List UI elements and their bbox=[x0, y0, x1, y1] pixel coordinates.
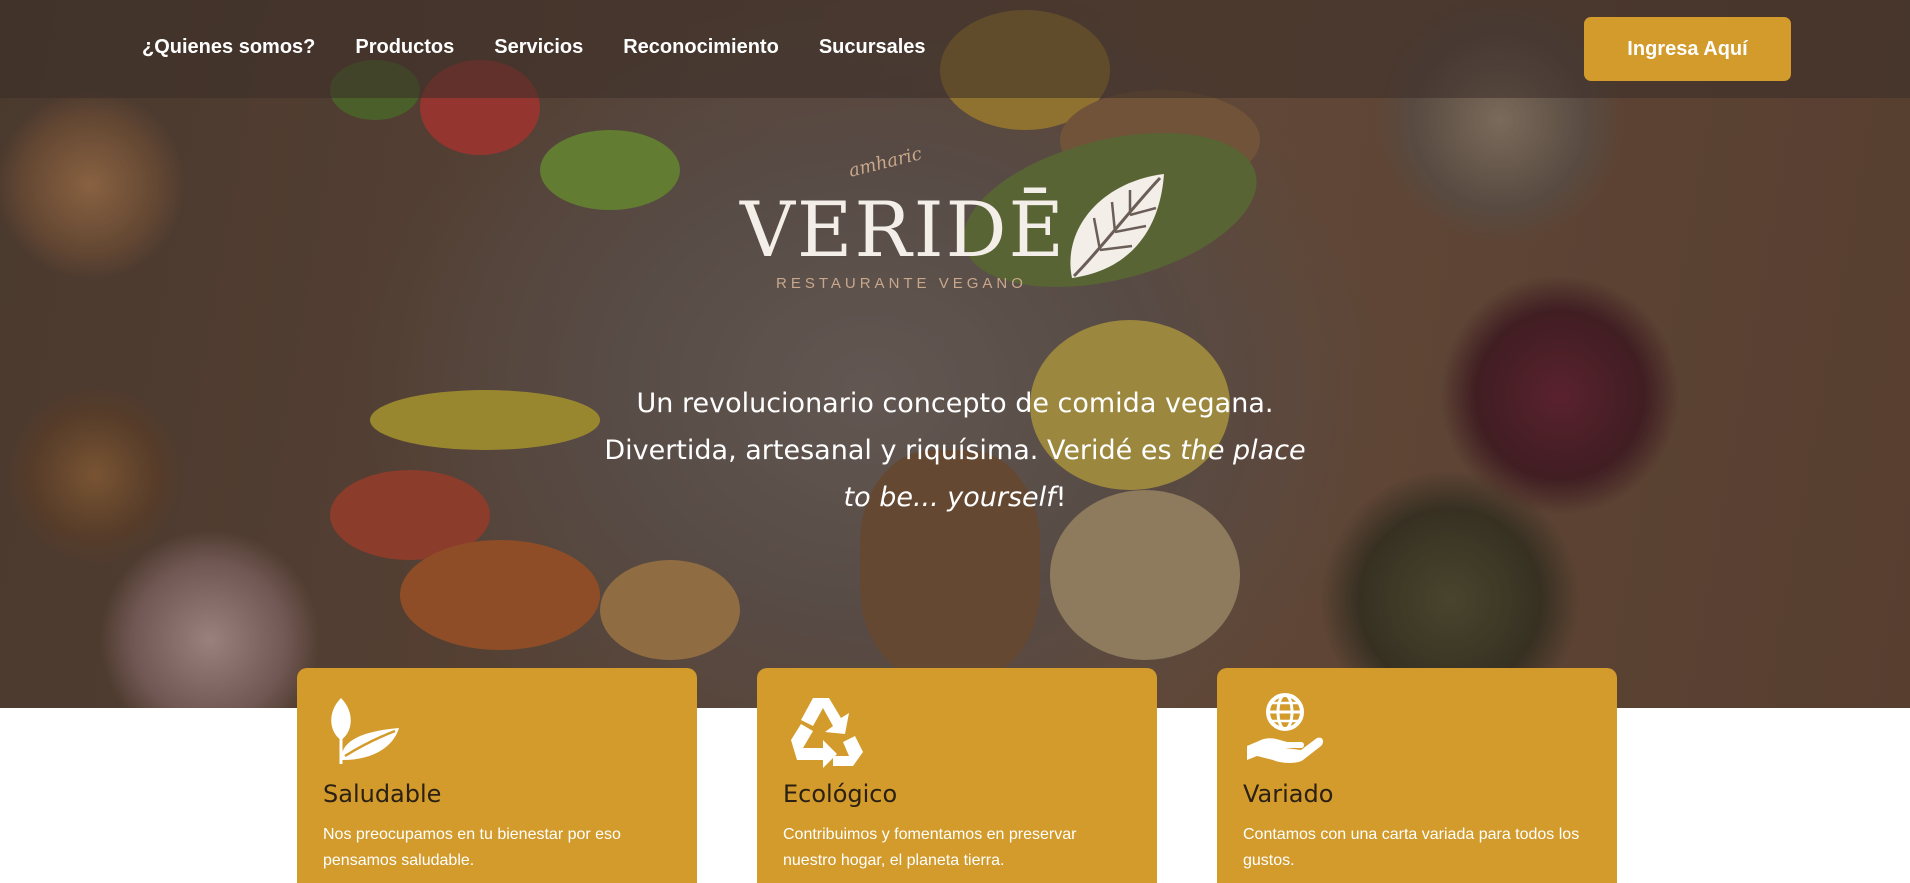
feature-card-ecologico: Ecológico Contribuimos y fomentamos en p… bbox=[757, 668, 1157, 883]
hero-tagline-line2: Divertida, artesanal y riquísima. Veridé… bbox=[590, 427, 1320, 521]
hero-tagline-line1: Un revolucionario concepto de comida veg… bbox=[636, 388, 1274, 419]
hero-tagline: Un revolucionario concepto de comida veg… bbox=[590, 380, 1320, 521]
brand-logo: amharic VERIDĒ RESTAURANTE VEGANO bbox=[730, 143, 1170, 300]
nav-link-quienes-somos[interactable]: ¿Quienes somos? bbox=[142, 36, 315, 59]
nav-link-productos[interactable]: Productos bbox=[355, 36, 454, 59]
logo-tagline: RESTAURANTE VEGANO bbox=[776, 275, 1027, 292]
feature-text: Contamos con una carta variada para todo… bbox=[1243, 826, 1580, 869]
nav-link-reconocimiento[interactable]: Reconocimiento bbox=[623, 36, 779, 59]
feature-card-variado: Variado Contamos con una carta variada p… bbox=[1217, 668, 1617, 883]
recycle-icon bbox=[791, 698, 863, 768]
hero-overlay bbox=[0, 0, 1910, 708]
login-button[interactable]: Ingresa Aquí bbox=[1584, 17, 1791, 81]
hero-tagline-end: ! bbox=[1055, 482, 1067, 513]
feature-card-saludable: Saludable Nos preocupamos en tu bienesta… bbox=[297, 668, 697, 883]
leaf-logo-icon bbox=[1070, 174, 1164, 278]
nav-link-servicios[interactable]: Servicios bbox=[494, 36, 583, 59]
globe-hand-icon bbox=[1247, 693, 1324, 763]
hero-banner bbox=[0, 0, 1910, 708]
top-navbar: ¿Quienes somos? Productos Servicios Reco… bbox=[0, 0, 1910, 98]
feature-title: Saludable bbox=[323, 780, 442, 808]
nav-link-sucursales[interactable]: Sucursales bbox=[819, 36, 926, 59]
feature-title: Ecológico bbox=[783, 780, 898, 808]
main-navigation: ¿Quienes somos? Productos Servicios Reco… bbox=[142, 36, 926, 59]
feature-title: Variado bbox=[1243, 780, 1334, 808]
feature-text: Nos preocupamos en tu bienestar por eso … bbox=[323, 826, 621, 869]
hero-tagline-plain: Divertida, artesanal y riquísima. Veridé… bbox=[604, 435, 1181, 466]
logo-script-text: amharic bbox=[846, 143, 925, 182]
leaf-icon bbox=[331, 698, 399, 764]
logo-brand-text: VERIDĒ bbox=[740, 185, 1067, 274]
feature-text: Contribuimos y fomentamos en preservar n… bbox=[783, 826, 1077, 869]
